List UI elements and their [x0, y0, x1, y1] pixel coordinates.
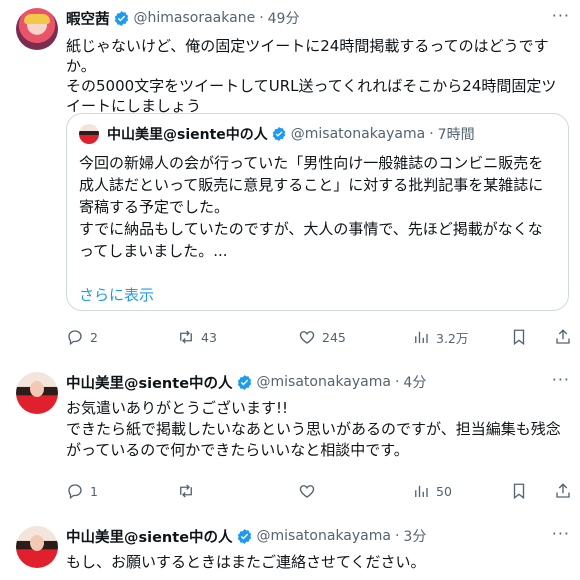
- tweet-text: お気遣いありがとうございます!! できたら紙で掲載したいなあという思いがあるので…: [66, 399, 561, 459]
- author-handle[interactable]: @himasoraakane: [134, 10, 256, 26]
- tweet-header: 暇空茜 @himasoraakane · 49分: [66, 8, 299, 28]
- like-count: 245: [322, 329, 346, 345]
- action-bar: 2 43 245 3.2万: [66, 326, 576, 348]
- bookmark-icon: [513, 329, 525, 346]
- retweet-icon: [180, 330, 192, 344]
- share-icon: [556, 329, 570, 344]
- tweet-header: 中山美里@siente中の人 @misatonakayama · 3分: [66, 526, 426, 546]
- share-icon: [556, 483, 570, 498]
- quote-author-name[interactable]: 中山美里@siente中の人: [107, 124, 268, 144]
- separator-dot: ·: [259, 10, 264, 26]
- reply-count: 2: [90, 329, 98, 345]
- reply-icon: [68, 484, 82, 500]
- reply-icon: [68, 330, 82, 346]
- share-button[interactable]: [554, 480, 572, 502]
- reply-count: 1: [90, 483, 98, 499]
- verified-badge-icon: [113, 10, 130, 27]
- separator-dot: ·: [394, 528, 400, 544]
- bookmark-button[interactable]: [510, 326, 528, 348]
- view-count: 3.2万: [436, 330, 469, 346]
- quote-timestamp: 7時間: [437, 127, 475, 143]
- author-name[interactable]: 中山美里@siente中の人: [66, 526, 233, 547]
- more-options-icon[interactable]: ···: [552, 524, 570, 543]
- separator-dot: ·: [394, 374, 400, 390]
- analytics-icon: [415, 331, 428, 343]
- timestamp[interactable]: 49分: [268, 8, 300, 28]
- bookmark-button[interactable]: [510, 480, 528, 502]
- tweet-text: 紙じゃないけど、俺の固定ツイートに24時間掲載するってのはどうですか。 その50…: [66, 37, 557, 115]
- verified-badge-icon: [271, 126, 287, 142]
- show-more-link[interactable]: さらに表示: [79, 284, 154, 305]
- reply-button[interactable]: 1: [66, 480, 98, 502]
- tweet-text: もし、お願いするときはまたご連絡させてください。: [66, 553, 426, 571]
- like-button[interactable]: [298, 480, 322, 502]
- timestamp[interactable]: 4分: [403, 372, 426, 392]
- separator-dot: ·: [429, 126, 434, 142]
- timestamp[interactable]: 3分: [403, 526, 426, 546]
- tweet-header: 中山美里@siente中の人 @misatonakayama · 4分: [66, 372, 426, 392]
- retweet-button[interactable]: [177, 480, 201, 502]
- views-button[interactable]: 3.2万: [412, 326, 468, 348]
- author-handle[interactable]: @misatonakayama: [257, 528, 391, 544]
- views-button[interactable]: 50: [412, 480, 452, 502]
- heart-icon: [299, 485, 315, 498]
- quoted-tweet[interactable]: 中山美里@siente中の人 @misatonakayama · 7時間 今回の…: [66, 113, 569, 311]
- retweet-count: 43: [201, 329, 217, 345]
- quote-header: 中山美里@siente中の人 @misatonakayama · 7時間: [107, 124, 475, 144]
- avatar[interactable]: [16, 8, 58, 50]
- verified-badge-icon: [236, 374, 253, 391]
- retweet-icon: [180, 484, 192, 498]
- reply-button[interactable]: 2: [66, 326, 98, 348]
- action-bar: 1 50: [66, 480, 576, 502]
- avatar[interactable]: [16, 526, 58, 568]
- share-button[interactable]: [554, 326, 572, 348]
- quote-author-handle: @misatonakayama: [290, 126, 426, 142]
- author-handle[interactable]: @misatonakayama: [257, 374, 391, 390]
- analytics-icon: [415, 485, 428, 497]
- author-name[interactable]: 中山美里@siente中の人: [66, 372, 233, 393]
- bookmark-icon: [513, 483, 525, 500]
- more-options-icon[interactable]: ···: [552, 370, 570, 389]
- more-options-icon[interactable]: ···: [552, 6, 570, 25]
- like-button[interactable]: 245: [298, 326, 346, 348]
- heart-icon: [299, 331, 315, 344]
- retweet-button[interactable]: 43: [177, 326, 217, 348]
- avatar[interactable]: [16, 372, 58, 414]
- quote-text: 今回の新婦人の会が行っていた「男性向け一般雑誌のコンビニ販売を成人誌だといって販…: [79, 154, 544, 260]
- view-count: 50: [436, 483, 452, 499]
- quote-avatar[interactable]: [79, 124, 99, 144]
- verified-badge-icon: [236, 528, 253, 545]
- author-name[interactable]: 暇空茜: [66, 8, 110, 29]
